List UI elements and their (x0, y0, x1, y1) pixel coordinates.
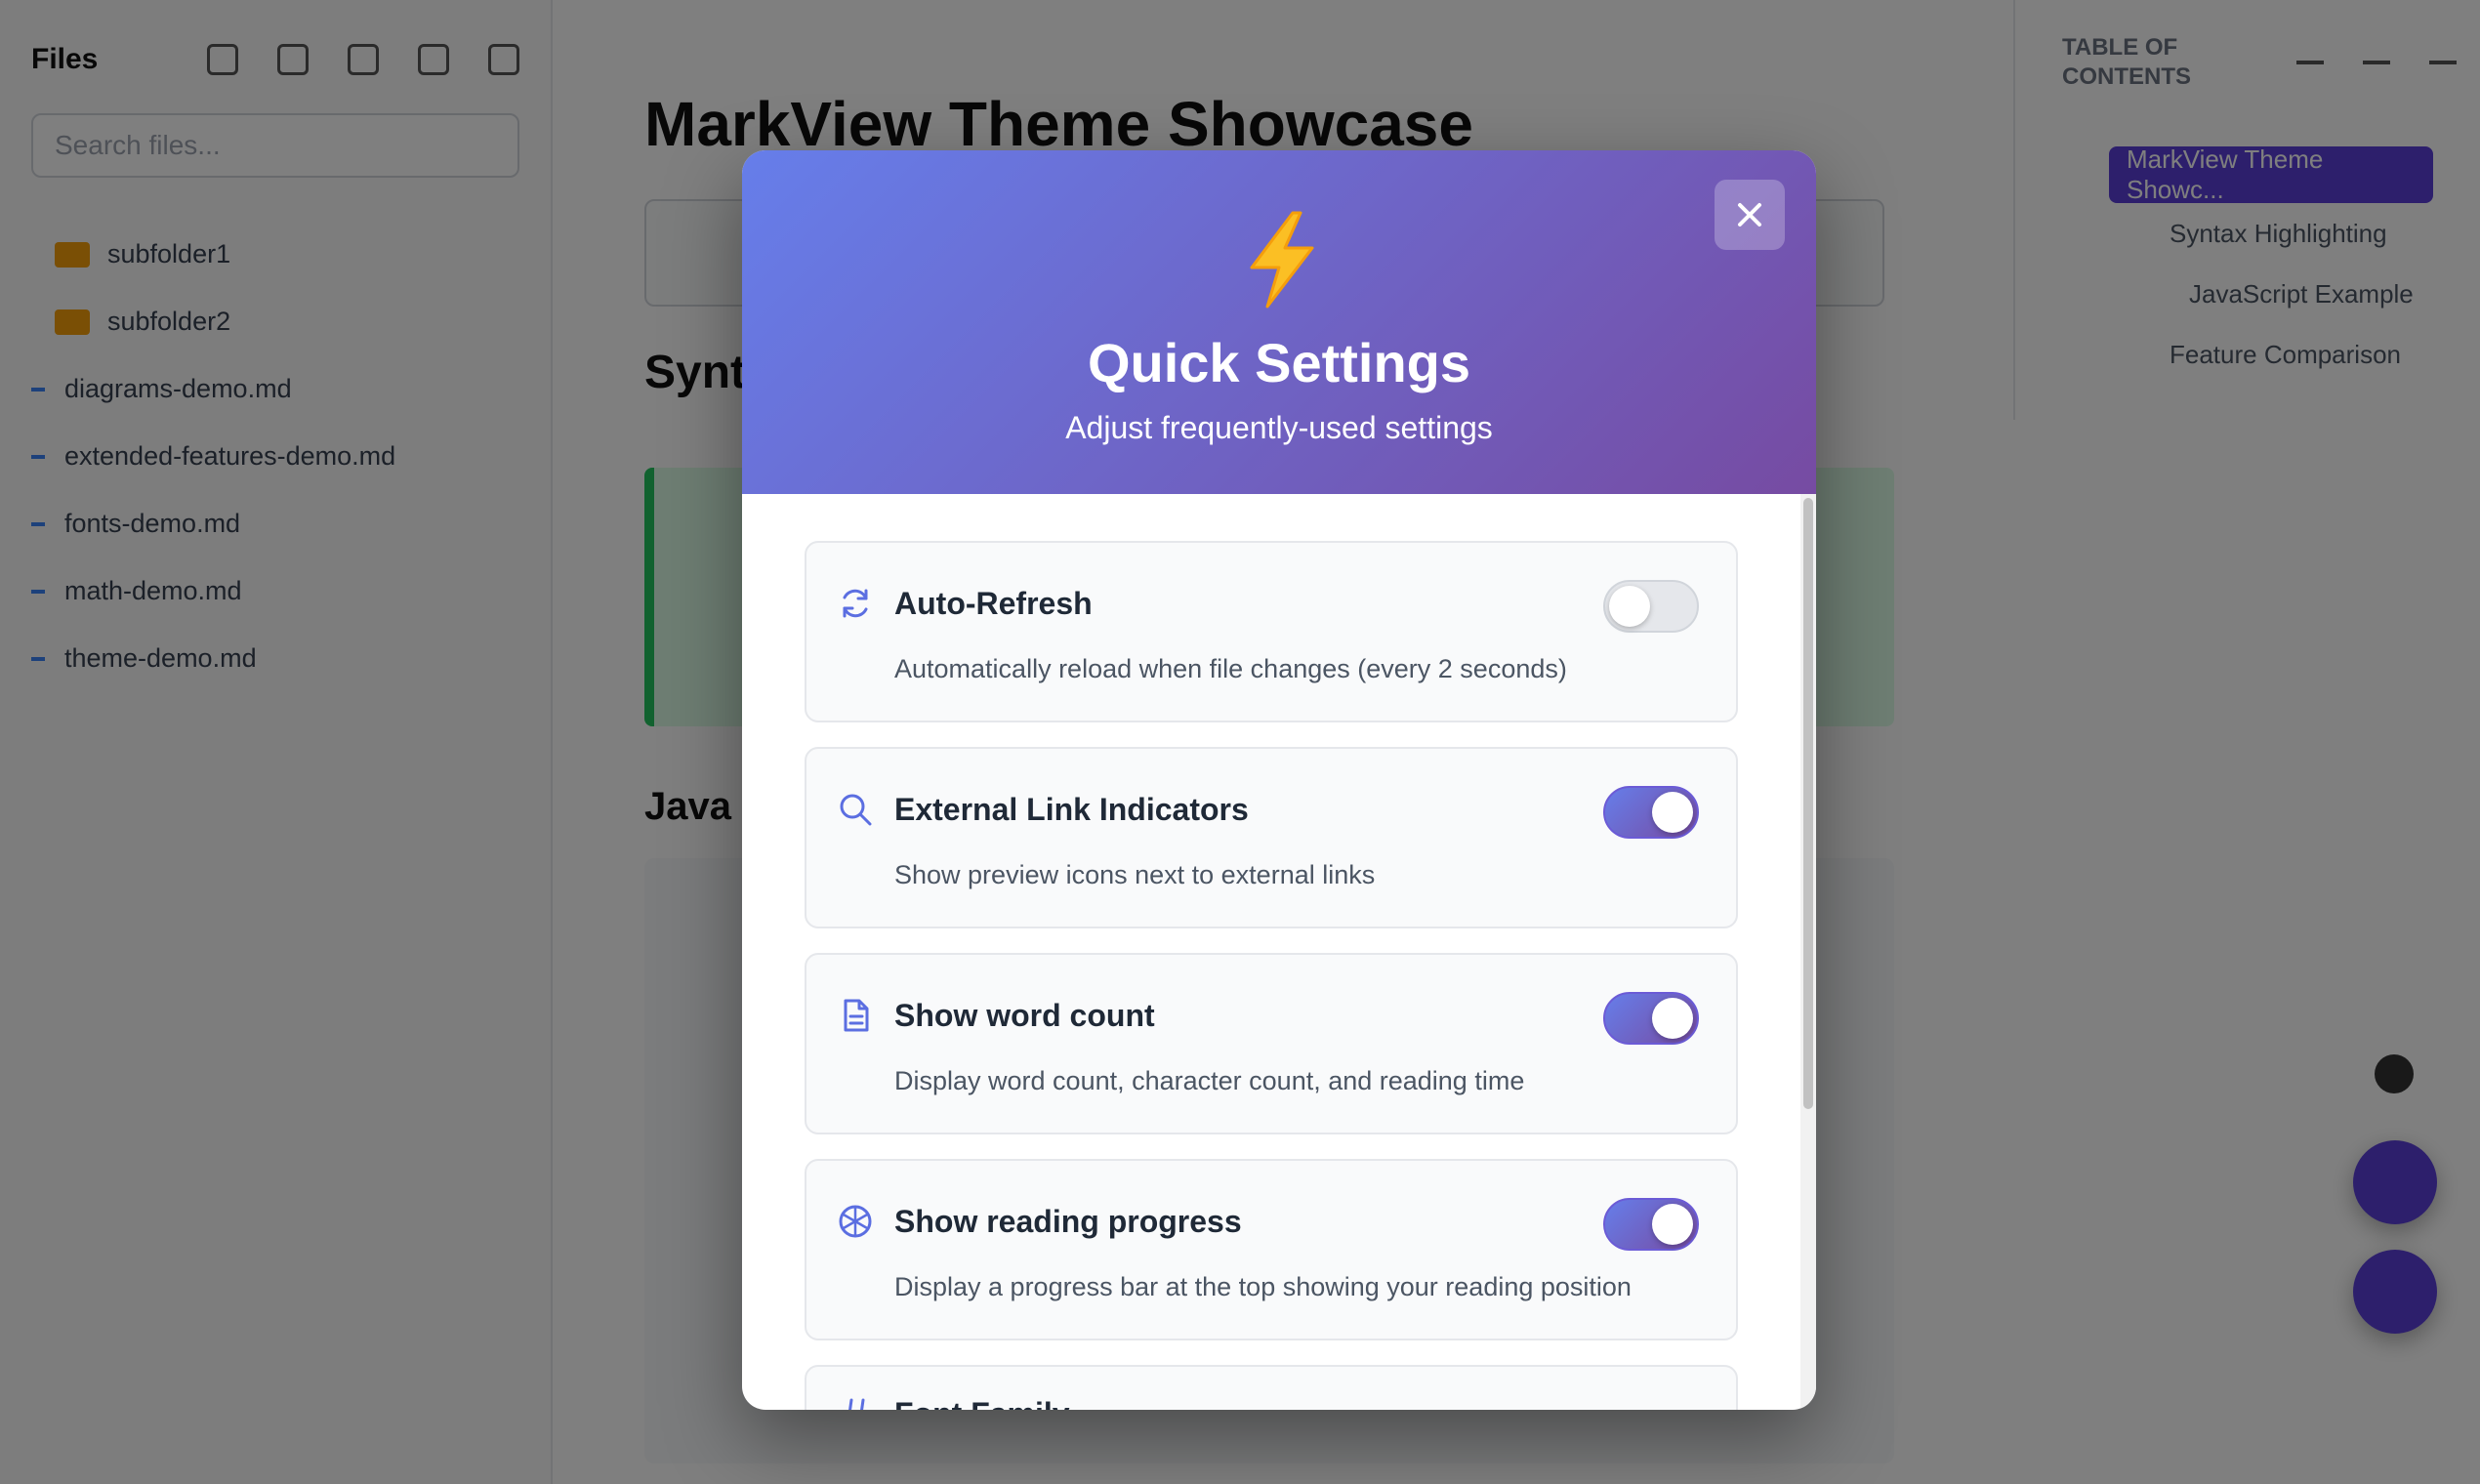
setting-title: Font Family (894, 1396, 1070, 1410)
toggle-knob (1652, 1204, 1693, 1245)
modal-scrollbar[interactable] (1800, 494, 1816, 1410)
modal-header: Quick Settings Adjust frequently-used se… (742, 150, 1816, 494)
toggle-knob (1609, 586, 1650, 627)
setting-card-auto-refresh: Auto-Refresh Automatically reload when f… (805, 541, 1738, 722)
scrollbar-thumb[interactable] (1803, 498, 1813, 1109)
quick-settings-modal: Quick Settings Adjust frequently-used se… (742, 150, 1816, 1410)
setting-title: Show word count (894, 998, 1155, 1033)
hash-icon (848, 1398, 865, 1410)
close-icon (1738, 203, 1761, 227)
document-icon (844, 999, 869, 1032)
setting-card-external-links: External Link Indicators Show preview ic… (805, 747, 1738, 928)
modal-body: Auto-Refresh Automatically reload when f… (742, 494, 1816, 1410)
setting-card-font-family: Font Family (805, 1365, 1738, 1410)
modal-subtitle: Adjust frequently-used settings (1065, 410, 1493, 445)
auto-refresh-toggle[interactable] (1603, 580, 1699, 633)
reading-progress-toggle[interactable] (1603, 1198, 1699, 1251)
setting-description: Display word count, character count, and… (894, 1066, 1525, 1095)
setting-card-word-count: Show word count Display word count, char… (805, 953, 1738, 1134)
setting-card-reading-progress: Show reading progress Display a progress… (805, 1159, 1738, 1340)
search-icon (840, 794, 872, 826)
setting-title: Show reading progress (894, 1204, 1242, 1239)
refresh-icon (843, 589, 868, 618)
word-count-toggle[interactable] (1603, 992, 1699, 1045)
setting-description: Display a progress bar at the top showin… (894, 1272, 1632, 1301)
setting-description: Automatically reload when file changes (… (894, 654, 1567, 683)
aperture-icon (839, 1205, 872, 1238)
setting-title: Auto-Refresh (894, 586, 1093, 621)
toggle-knob (1652, 792, 1693, 833)
setting-description: Show preview icons next to external link… (894, 860, 1376, 889)
lightning-icon (1250, 211, 1314, 309)
close-button[interactable] (1715, 180, 1785, 250)
modal-title: Quick Settings (1087, 332, 1471, 393)
toggle-knob (1652, 998, 1693, 1039)
setting-title: External Link Indicators (894, 792, 1249, 827)
external-links-toggle[interactable] (1603, 786, 1699, 839)
